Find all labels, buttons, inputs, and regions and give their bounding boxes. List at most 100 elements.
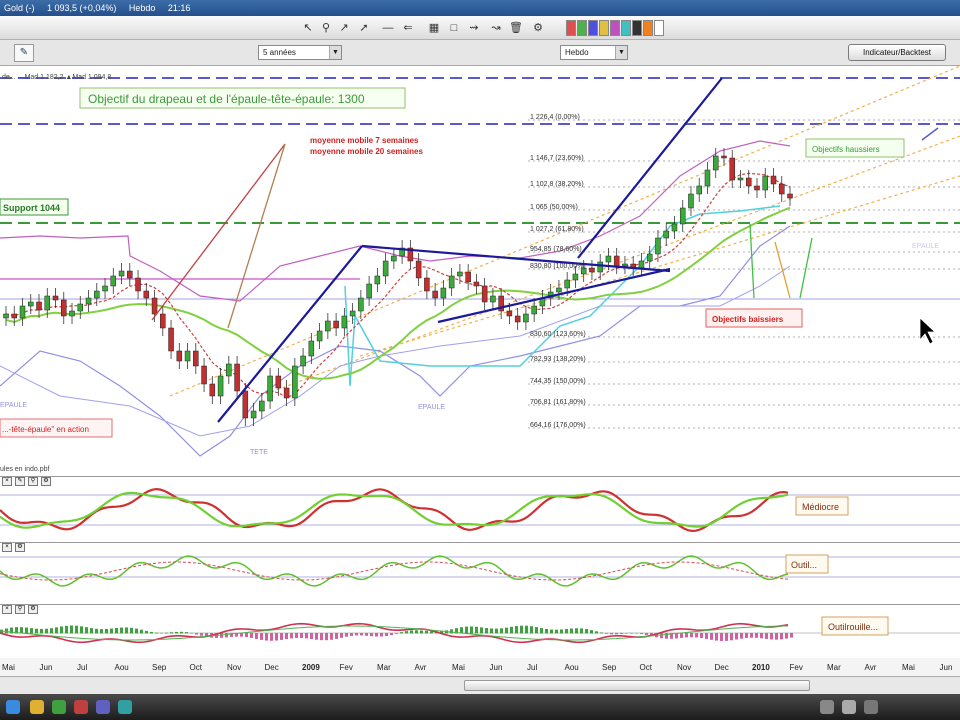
histogram-bar [395,633,398,634]
histogram-bar [700,633,703,639]
frequency-select[interactable]: Hebdo ▼ [560,45,628,60]
time-axis-label: Fev [790,663,803,672]
candle-body [448,275,455,289]
taskbar-app-icon[interactable] [74,700,88,714]
histogram-bar [165,632,168,634]
oscillator-2-line [0,555,789,587]
histogram-bar [275,633,278,641]
candle-body [201,365,207,385]
fibonacci-tool-icon[interactable]: □ [446,20,462,36]
histogram-bar [35,628,38,634]
fibonacci-labels: 1 226,4 (0,00%) 1 146,7 (23,60%) 1 102,8 (… [530,114,586,429]
time-axis-label: Oct [190,663,203,672]
candle-body [688,193,694,209]
horizontal-line-icon[interactable]: — [380,20,396,36]
trash-icon[interactable]: 🗑 [508,20,524,36]
histogram-bar [170,632,173,634]
candle-body [44,295,51,311]
color-swatch-green[interactable] [577,20,587,36]
histogram-bar [405,631,408,634]
candle-body [490,295,496,303]
objectifs-haussiers-label: Objectifs haussiers [812,145,880,154]
color-swatch-yellow[interactable] [599,20,609,36]
histogram-bar [625,633,628,634]
histogram-bar [785,633,788,639]
taskbar-app-icon[interactable] [96,700,110,714]
candle-body [506,310,513,317]
candle-body [770,175,777,185]
candle-body [28,301,34,307]
histogram-bar [380,633,383,637]
settings-icon[interactable]: ⚙ [530,20,546,36]
time-axis-label: Nov [227,663,241,672]
time-axis-label: Nov [677,663,691,672]
fib-level-label: 954,85 (78,60%) [530,246,582,253]
histogram-bar [185,632,188,634]
histogram-bar [710,633,713,640]
candle-body [382,260,389,277]
text-tool-icon[interactable]: ⇐ [400,20,416,36]
cursor-icon[interactable]: ↖ [300,20,316,36]
candle-body [325,320,331,332]
candle-body [737,177,744,181]
pitchfork-tool-icon[interactable]: ⇝ [466,20,482,36]
range-select[interactable]: 5 années ▼ [258,45,342,60]
tray-icon[interactable] [842,700,856,714]
histogram-bar [480,627,483,634]
histogram-bar [775,633,778,640]
color-swatch-purple[interactable] [610,20,620,36]
oscillator-panel-2[interactable]: × ⚙ Outil... [0,542,960,604]
taskbar-app-icon[interactable] [30,700,44,714]
arrow-tool-icon[interactable]: ↝ [488,20,504,36]
taskbar-app-icon[interactable] [52,700,66,714]
histogram-bar [195,633,198,635]
color-swatch-red[interactable] [566,20,576,36]
legend-fragment: de... —Mad 1 182,2 ▲Mad 1 094,8 [2,74,111,81]
zoom-icon[interactable]: ⚲ [318,20,334,36]
arrow-baissier [749,223,755,299]
color-swatch-blue[interactable] [588,20,598,36]
color-swatch-white[interactable] [654,20,664,36]
oscillator-panel-1[interactable]: × ✎ ⚲ ⚙ Médiocre [0,476,960,542]
histogram-bar [325,633,328,641]
histogram-bar [765,633,768,639]
candle-body [622,263,628,267]
scroll-thumb[interactable] [464,680,810,691]
epaule-left-label: EPAULE [0,402,27,409]
histogram-bar [335,633,338,639]
histogram-bar [550,629,553,634]
color-swatch-black[interactable] [632,20,642,36]
tray-icon[interactable] [820,700,834,714]
histogram-bar [385,633,388,636]
histogram-bar [495,628,498,634]
ete-action-label: ...-tête-épaule" en action [2,425,89,434]
histogram-bar [135,628,138,634]
crosshair-icon[interactable]: ↗ [336,20,352,36]
tray-icon[interactable] [864,700,878,714]
histogram-bar [285,633,288,640]
histogram-bar [535,627,538,634]
candle-body [646,253,653,262]
oscillator-panel-3[interactable]: × ⚲ ⚙ Outilrouille... [0,604,960,658]
color-swatch-orange[interactable] [643,20,653,36]
histogram-bar [130,627,133,634]
taskbar-app-icon[interactable] [118,700,132,714]
candle-body [36,301,42,311]
color-swatch-cyan[interactable] [621,20,631,36]
p2-label: Outil... [791,560,817,570]
histogram-bar [555,629,558,634]
fib-level-label: 830,60 (123,60%) [530,331,586,338]
channel-tool-icon[interactable]: ▦ [426,20,442,36]
line-tool-icon[interactable]: ➚ [356,20,372,36]
candle-body [94,290,100,299]
price-chart[interactable]: de... —Mad 1 182,2 ▲Mad 1 094,8 Objectif… [0,66,960,476]
histogram-bar [745,633,748,638]
histogram-bar [735,633,738,640]
time-axis-label: Dec [265,663,279,672]
histogram-bar [400,632,403,634]
scroll-bar[interactable] [0,676,960,694]
chart-tool-icon[interactable]: ✎ [14,44,34,62]
indicators-button[interactable]: Indicateur/Backtest [848,44,946,61]
start-icon[interactable] [6,700,20,714]
histogram-bar [425,630,428,634]
